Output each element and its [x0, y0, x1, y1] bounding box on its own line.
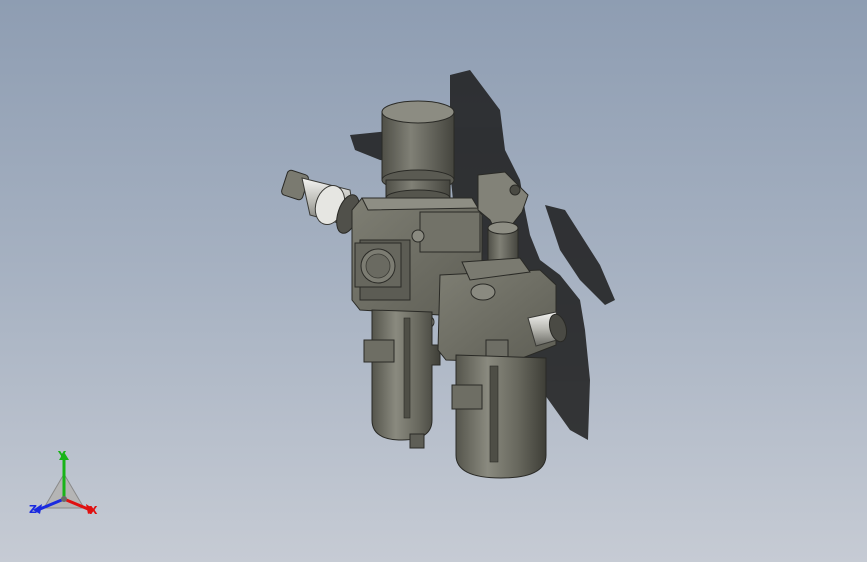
lubricator-bowl[interactable]: [451, 354, 547, 479]
regulator-knob[interactable]: [381, 100, 455, 207]
x-axis-label: X: [89, 504, 98, 517]
triad-origin: [61, 496, 67, 502]
pressure-gauge[interactable]: [354, 242, 402, 288]
graphics-viewport[interactable]: Y Z X: [0, 0, 867, 562]
model-3d-view[interactable]: [0, 0, 867, 562]
filter-bowl[interactable]: [363, 309, 441, 449]
z-axis-label: Z: [29, 503, 37, 516]
y-axis-label: Y: [58, 449, 66, 462]
inlet-fitting[interactable]: [281, 169, 364, 236]
coordinate-triad: Y Z X: [22, 446, 106, 524]
